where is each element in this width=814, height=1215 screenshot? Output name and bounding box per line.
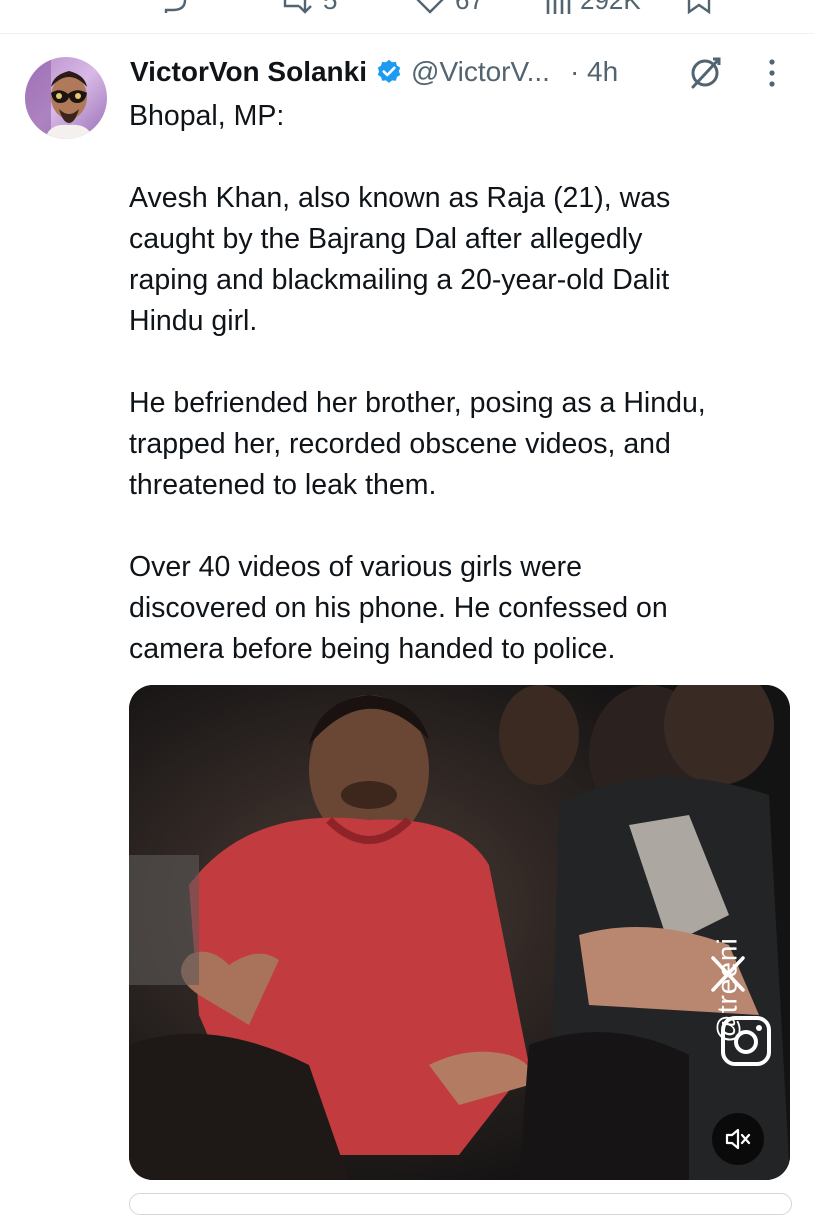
heart-icon [416,0,444,14]
author-handle[interactable]: @VictorV... [411,56,550,88]
tweet-header: VictorVon Solanki @VictorV... · 4h [130,52,618,92]
bookmark-action[interactable] [686,0,712,14]
tweet-paragraph: Over 40 videos of various girls were dis… [129,551,668,665]
video-frame [129,685,790,1180]
next-card-edge [129,1193,792,1215]
view-count: 292K [580,0,641,14]
tweet-paragraph: He befriended her brother, posing as a H… [129,387,706,501]
repost-action[interactable]: 5 [275,0,337,14]
author-display-name[interactable]: VictorVon Solanki [130,56,367,88]
verified-badge-icon [377,59,401,83]
views-action[interactable]: 292K [544,0,641,14]
previous-tweet-action-bar: 5 67 292K [0,0,814,14]
grok-icon[interactable] [688,56,722,90]
mute-button[interactable] [712,1113,764,1165]
share-action[interactable] [742,0,776,14]
repost-icon [283,0,312,14]
x-logo-icon [711,956,745,992]
tweet-paragraph: Avesh Khan, also known as Raja (21), was… [129,182,671,337]
speaker-muted-icon [725,1128,751,1150]
reply-count: 5 [323,0,337,14]
reply-action[interactable] [158,0,188,14]
views-icon [546,0,571,14]
tweet-text: Bhopal, MP: Avesh Khan, also known as Ra… [129,96,789,711]
tweet-video[interactable]: @treeni [129,685,790,1180]
tweet-timestamp[interactable]: · 4h [570,56,618,88]
bookmark-icon [687,0,711,14]
like-count: 67 [455,0,484,14]
avatar[interactable] [25,57,107,139]
instagram-icon [721,1016,771,1066]
reply-icon [161,0,187,13]
more-vertical-icon[interactable] [764,58,780,88]
tweet-divider [0,33,814,34]
tweet-paragraph: Bhopal, MP: [129,100,285,132]
avatar-image [25,57,107,139]
share-icon [742,0,776,14]
like-action[interactable]: 67 [413,0,484,14]
